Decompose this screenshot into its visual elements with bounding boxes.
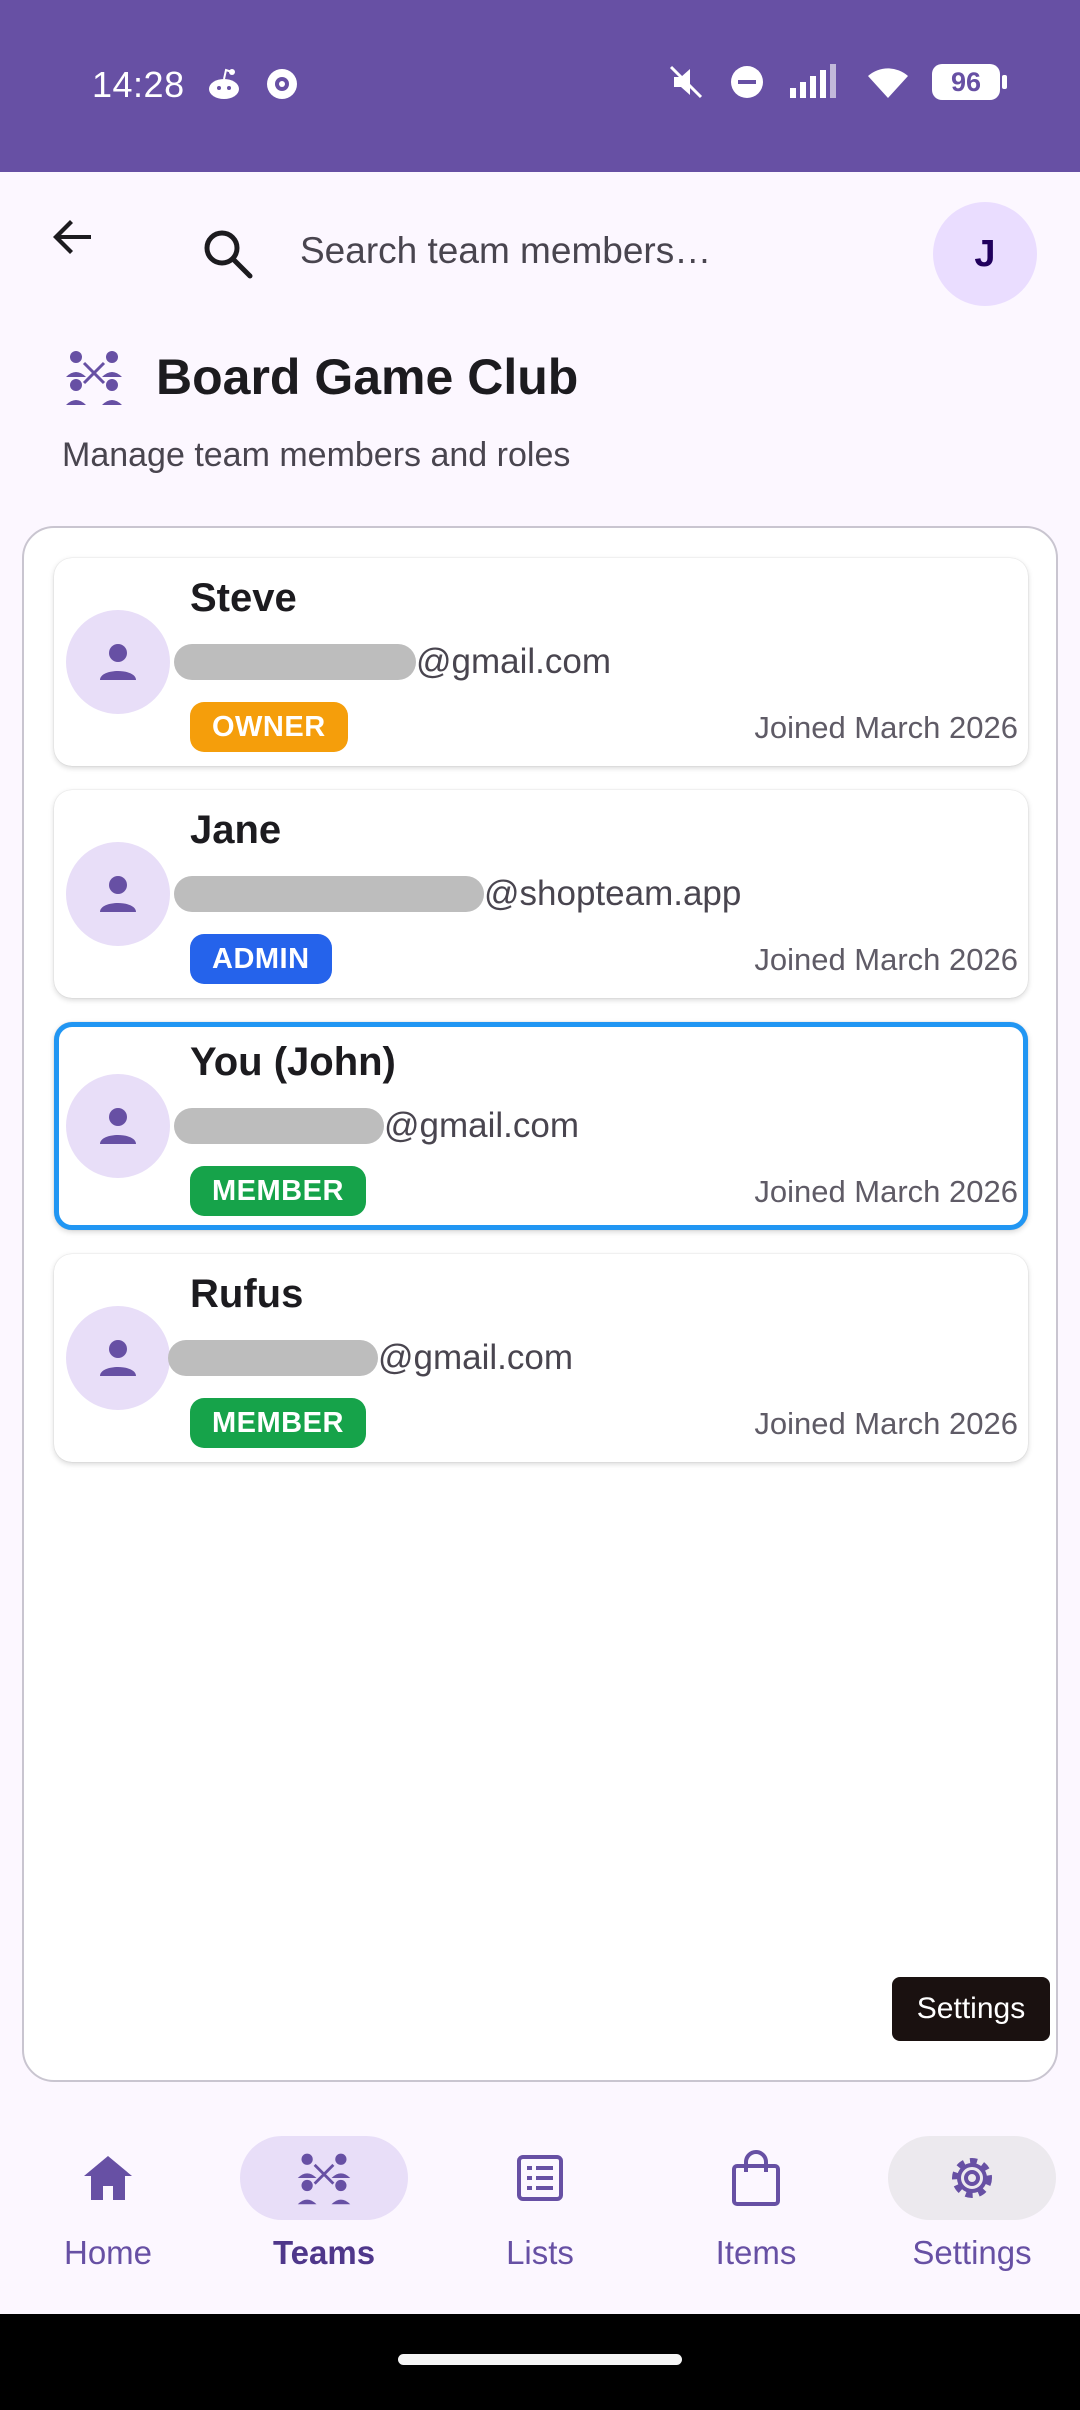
- person-icon: [100, 1108, 136, 1144]
- back-button[interactable]: [40, 204, 106, 270]
- member-avatar: [66, 1306, 170, 1410]
- person-icon: [100, 1340, 136, 1376]
- reddit-icon: [209, 68, 239, 99]
- status-time: 14:28: [92, 64, 185, 105]
- nav-pill: [24, 2136, 192, 2220]
- member-email: @gmail.com: [174, 1106, 579, 1146]
- member-avatar: [66, 842, 170, 946]
- member-card-rufus[interactable]: Rufus @gmail.com MEMBER Joined March 202…: [54, 1254, 1028, 1462]
- person-icon: [100, 644, 136, 680]
- settings-tooltip: Settings: [892, 1977, 1050, 2041]
- search-icon: [204, 230, 253, 279]
- nav-pill: [888, 2136, 1056, 2220]
- redacted-email-user: [174, 1108, 384, 1144]
- arrow-back-icon: [53, 220, 91, 254]
- system-icons: 96: [666, 62, 1007, 102]
- nav-item-home[interactable]: Home: [8, 2136, 208, 2296]
- gesture-navigation-bar: [0, 2314, 1080, 2410]
- list-icon: [517, 2155, 563, 2201]
- shopping-bag-icon: [732, 2150, 780, 2206]
- member-joined-date: Joined March 2026: [754, 942, 1018, 977]
- teams-icon: [66, 351, 122, 405]
- mute-icon: [669, 65, 703, 99]
- role-badge-member: MEMBER: [190, 1166, 366, 1216]
- nav-item-items[interactable]: Items: [656, 2136, 856, 2296]
- top-app-bar: J: [0, 172, 1080, 342]
- member-card-current-user[interactable]: You (John) @gmail.com MEMBER Joined Marc…: [54, 1022, 1028, 1230]
- member-email-domain: @gmail.com: [384, 1106, 580, 1145]
- search-icon-wrap: [200, 226, 256, 287]
- status-bar: 14:28 96: [0, 0, 1080, 172]
- signal-icon: [790, 64, 836, 98]
- member-card-jane[interactable]: Jane @shopteam.app ADMIN Joined March 20…: [54, 790, 1028, 998]
- gear-icon: [952, 2158, 992, 2198]
- bottom-navigation: Home Teams Lists Items Settings: [0, 2104, 1080, 2314]
- nav-label: Lists: [506, 2234, 574, 2271]
- member-email-domain: @gmail.com: [416, 642, 612, 681]
- notification-icons: [204, 64, 302, 104]
- member-joined-date: Joined March 2026: [754, 1406, 1018, 1441]
- redacted-email-user: [174, 876, 484, 912]
- member-joined-date: Joined March 2026: [754, 710, 1018, 745]
- battery-indicator: 96: [932, 64, 1007, 100]
- nav-item-lists[interactable]: Lists: [440, 2136, 640, 2296]
- nav-item-settings[interactable]: Settings: [872, 2136, 1072, 2296]
- member-name: You (John): [190, 1040, 396, 1084]
- member-avatar: [66, 1074, 170, 1178]
- nav-label: Items: [715, 2234, 797, 2271]
- teams-icon: [297, 2153, 351, 2205]
- redacted-email-user: [174, 644, 416, 680]
- nav-item-teams[interactable]: Teams: [224, 2136, 424, 2296]
- team-title-row: Board Game Club: [62, 342, 1022, 412]
- member-name: Steve: [190, 576, 297, 620]
- team-header: Board Game Club Manage team members and …: [62, 342, 1022, 475]
- nav-pill: [672, 2136, 840, 2220]
- member-email-domain: @gmail.com: [378, 1338, 574, 1377]
- wifi-icon: [868, 68, 908, 98]
- page-subtitle: Manage team members and roles: [62, 436, 571, 474]
- member-email: @gmail.com: [174, 642, 611, 682]
- member-email-domain: @shopteam.app: [484, 874, 742, 913]
- member-name: Rufus: [190, 1272, 304, 1316]
- member-card-steve[interactable]: Steve @gmail.com OWNER Joined March 2026: [54, 558, 1028, 766]
- page-title: Board Game Club: [156, 349, 579, 405]
- nav-pill: [240, 2136, 408, 2220]
- member-email: @gmail.com: [168, 1338, 574, 1378]
- member-joined-date: Joined March 2026: [754, 1174, 1018, 1209]
- role-badge-member: MEMBER: [190, 1398, 366, 1448]
- home-icon: [84, 2156, 132, 2200]
- member-avatar: [66, 610, 170, 714]
- member-email: @shopteam.app: [174, 874, 741, 914]
- search-input[interactable]: [300, 218, 880, 284]
- nav-pill: [456, 2136, 624, 2220]
- user-avatar[interactable]: J: [933, 202, 1037, 306]
- home-gesture-handle[interactable]: [398, 2354, 682, 2365]
- nav-label: Home: [63, 2234, 153, 2271]
- nav-label: Teams: [272, 2234, 376, 2271]
- members-list[interactable]: Steve @gmail.com OWNER Joined March 2026…: [22, 526, 1058, 2082]
- role-badge-owner: OWNER: [190, 702, 348, 752]
- person-icon: [100, 876, 136, 912]
- target-icon: [267, 69, 297, 99]
- do-not-disturb-icon: [731, 66, 763, 98]
- member-name: Jane: [190, 808, 282, 852]
- role-badge-admin: ADMIN: [190, 934, 332, 984]
- nav-label: Settings: [912, 2234, 1032, 2271]
- redacted-email-user: [168, 1340, 378, 1376]
